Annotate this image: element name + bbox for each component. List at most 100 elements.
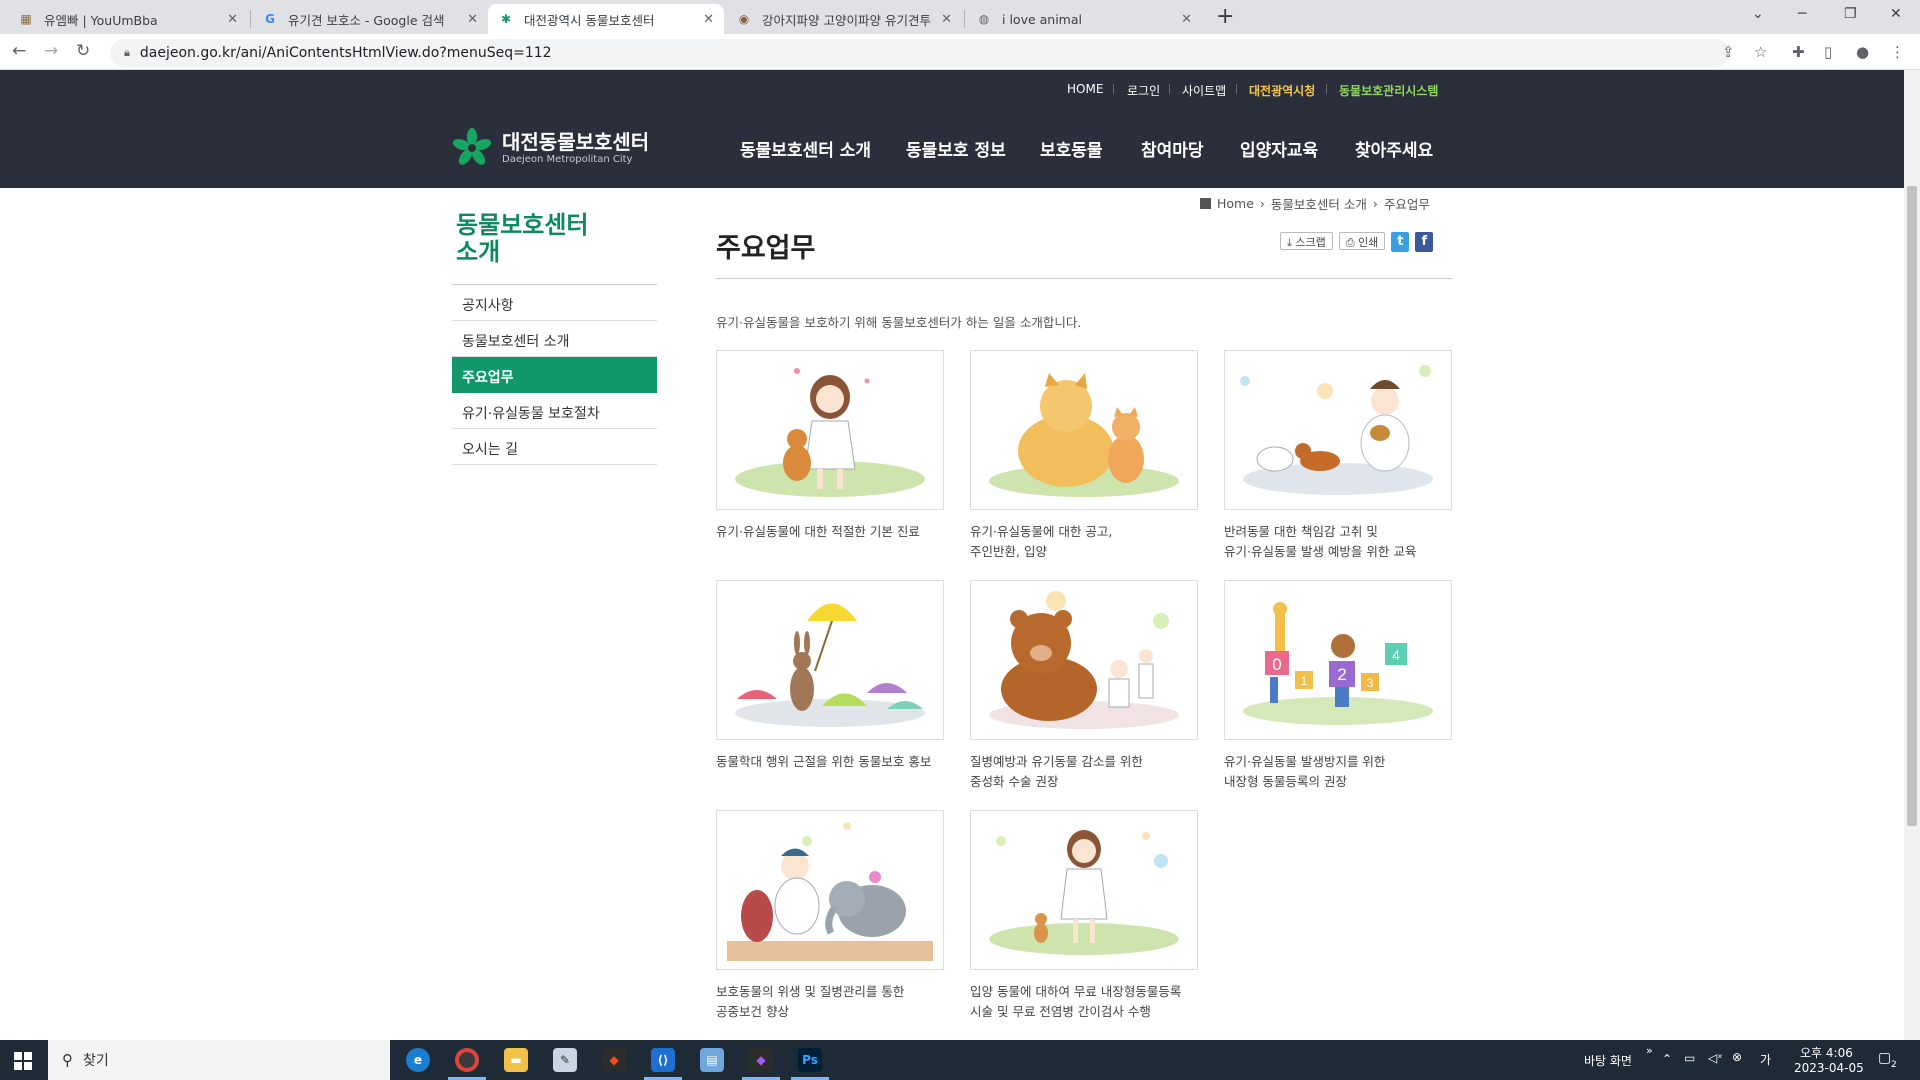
breadcrumb-level1[interactable]: 동물보호센터 소개 xyxy=(1271,194,1367,213)
main-navigation: 대전동물보호센터 Daejeon Metropolitan City 동물보호센… xyxy=(0,106,1904,188)
vpn-icon[interactable]: ⊗ xyxy=(1732,1050,1742,1064)
twitter-share-button[interactable]: t xyxy=(1391,232,1410,252)
paint-icon[interactable]: ✎ xyxy=(553,1048,577,1072)
side-panel-icon[interactable]: ▯ xyxy=(1824,43,1832,61)
url-bar[interactable]: 🔒︎ daejeon.go.kr/ani/AniContentsHtmlView… xyxy=(110,39,1730,67)
duty-card-caption: 동물학대 행위 근절을 위한 동물보호 홍보 xyxy=(716,754,932,769)
tab-title: 유엠빠 | YouUmBba xyxy=(44,12,158,28)
close-tab-icon[interactable]: ✕ xyxy=(941,12,952,27)
minimize-button[interactable]: ─ xyxy=(1798,6,1806,22)
browser-tab-active[interactable]: ✱ 대전광역시 동물보호센터 ✕ xyxy=(488,4,724,34)
breadcrumb-separator: › xyxy=(1259,196,1265,211)
duty-card: 동물학대 행위 근절을 위한 동물보호 홍보 xyxy=(716,580,944,772)
home-icon[interactable] xyxy=(1200,198,1211,209)
browser-menu-icon[interactable]: ⋮ xyxy=(1890,43,1905,61)
menu-protected-animals[interactable]: 보호동물 xyxy=(1040,136,1103,161)
download-icon: ⤓ xyxy=(1287,236,1292,249)
scrap-button[interactable]: ⤓ 스크랩 xyxy=(1280,232,1333,250)
number-block-3: 3 xyxy=(1367,676,1374,690)
daejeon-logo-icon[interactable] xyxy=(452,128,492,168)
page-scrollbar[interactable] xyxy=(1904,70,1920,1040)
close-tab-icon[interactable]: ✕ xyxy=(1181,12,1192,27)
duty-card-caption: 유기·유실동물에 대한 공고, 주인반환, 입양 xyxy=(970,524,1113,559)
vscode-icon[interactable]: ⟨⟩ xyxy=(651,1048,675,1072)
print-label: 인쇄 xyxy=(1358,236,1379,249)
browser-tab[interactable]: ◍ i love animal ✕ xyxy=(966,4,1202,34)
forward-icon[interactable]: → xyxy=(44,41,58,61)
file-explorer-icon[interactable]: ▬ xyxy=(504,1048,528,1072)
top-link-management-system[interactable]: 동물보호관리시스템 xyxy=(1339,82,1438,99)
scrollbar-thumb[interactable] xyxy=(1907,186,1917,826)
network-icon[interactable]: ▭ xyxy=(1684,1051,1695,1065)
duty-card: 반려동물 대한 책임감 고취 및 유기·유실동물 발생 예방을 위한 교육 xyxy=(1224,350,1452,562)
number-block-2: 2 xyxy=(1337,665,1346,684)
figma-icon[interactable]: ◆ xyxy=(602,1048,626,1072)
duty-card-caption: 질병예방과 유기동물 감소를 위한 중성화 수술 권장 xyxy=(970,754,1143,789)
taskbar-search-placeholder: 찾기 xyxy=(83,1053,109,1069)
bookmark-star-icon[interactable]: ☆ xyxy=(1754,43,1767,61)
top-link-login[interactable]: 로그인 xyxy=(1127,82,1160,99)
sidebar-item-center-intro[interactable]: 동물보호센터 소개 xyxy=(452,321,657,357)
photoshop-icon[interactable]: Ps xyxy=(798,1048,822,1072)
tray-expand-icon[interactable]: ⌃ xyxy=(1662,1052,1672,1066)
tab-title: 강아지파양 고양이파양 유기견투 xyxy=(762,12,931,28)
tab-search-icon[interactable]: ⌄ xyxy=(1752,6,1764,22)
youumbba-icon: ▦ xyxy=(20,12,32,26)
print-button[interactable]: ⎙ 인쇄 xyxy=(1338,232,1386,250)
globe-icon: ◍ xyxy=(978,12,990,26)
tab-title: i love animal xyxy=(1002,11,1082,27)
number-block-0: 0 xyxy=(1272,655,1281,674)
close-tab-icon[interactable]: ✕ xyxy=(227,12,238,27)
breadcrumb-home[interactable]: Home xyxy=(1217,196,1254,211)
chrome-icon[interactable] xyxy=(455,1048,479,1072)
google-icon: G xyxy=(265,12,275,26)
edge-icon[interactable]: e xyxy=(406,1048,430,1072)
ime-icon[interactable]: 가 xyxy=(1760,1051,1771,1068)
menu-participation[interactable]: 참여마당 xyxy=(1141,136,1204,161)
top-link-home[interactable]: HOME xyxy=(1067,82,1103,96)
share-icon[interactable]: ⇪ xyxy=(1722,43,1735,61)
top-link-cityhall[interactable]: 대전광역시청 xyxy=(1249,82,1315,99)
breadcrumb-level2[interactable]: 주요업무 xyxy=(1384,194,1430,213)
clock-time[interactable]: 오후 4:06 xyxy=(1800,1044,1853,1061)
extensions-icon[interactable]: ✚ xyxy=(1792,43,1805,61)
close-tab-icon[interactable]: ✕ xyxy=(703,12,714,27)
facebook-share-button[interactable]: f xyxy=(1415,232,1434,252)
twitter-icon: t xyxy=(1397,234,1404,249)
tab-title: 대전광역시 동물보호센터 xyxy=(524,12,655,28)
windows-start-icon[interactable] xyxy=(14,1052,32,1070)
new-tab-button[interactable]: + xyxy=(1216,6,1234,28)
duty-card-caption: 입양 동물에 대하여 무료 내장형동물등록 시술 및 무료 전염병 간이검사 수… xyxy=(970,984,1182,1019)
volume-icon[interactable]: ◁ˣ xyxy=(1708,1051,1723,1065)
profile-icon[interactable]: ● xyxy=(1856,43,1869,61)
menu-find-pet[interactable]: 찾아주세요 xyxy=(1355,136,1433,161)
browser-tab[interactable]: G 유기견 보호소 - Google 검색 ✕ xyxy=(252,4,488,34)
browser-tab[interactable]: ◉ 강아지파양 고양이파양 유기견투 ✕ xyxy=(726,4,962,34)
number-block-1: 1 xyxy=(1301,674,1308,688)
back-icon[interactable]: ← xyxy=(12,41,26,61)
menu-center-intro[interactable]: 동물보호센터 소개 xyxy=(740,136,871,161)
sidebar-item-main-duties[interactable]: 주요업무 xyxy=(452,357,657,393)
top-link-sitemap[interactable]: 사이트맵 xyxy=(1182,82,1226,99)
page-title: 주요업무 xyxy=(716,233,816,264)
page-tools: ⤓ 스크랩 ⎙ 인쇄 t f xyxy=(1280,232,1434,252)
site-logo-title[interactable]: 대전동물보호센터 xyxy=(502,126,649,155)
clock-date[interactable]: 2023-04-05 xyxy=(1794,1061,1864,1075)
sidebar-item-directions[interactable]: 오시는 길 xyxy=(452,429,657,465)
menu-protection-info[interactable]: 동물보호 정보 xyxy=(906,136,1006,161)
browser-tab[interactable]: ▦ 유엠빠 | YouUmBba ✕ xyxy=(8,4,248,34)
taskbar-search-box[interactable]: ⚲ 찾기 xyxy=(48,1040,390,1080)
close-tab-icon[interactable]: ✕ xyxy=(467,12,478,27)
sidebar-item-notice[interactable]: 공지사항 xyxy=(452,285,657,321)
sidebar-item-protection-procedure[interactable]: 유기·유실동물 보호절차 xyxy=(452,393,657,429)
menu-adopter-education[interactable]: 입양자교육 xyxy=(1240,136,1318,161)
reload-icon[interactable]: ↻ xyxy=(76,41,90,61)
maximize-button[interactable]: ❐ xyxy=(1844,6,1857,22)
figma-desktop-icon[interactable]: ◆ xyxy=(749,1048,773,1072)
pet-education-illustration xyxy=(1224,350,1452,510)
notepad-icon[interactable]: ▤ xyxy=(700,1048,724,1072)
close-window-button[interactable]: ✕ xyxy=(1890,6,1902,22)
desktop-label[interactable]: 바탕 화면 xyxy=(1584,1052,1632,1069)
notification-icon[interactable]: ▢ xyxy=(1878,1050,1891,1066)
chevron-icon[interactable]: » xyxy=(1646,1044,1653,1057)
